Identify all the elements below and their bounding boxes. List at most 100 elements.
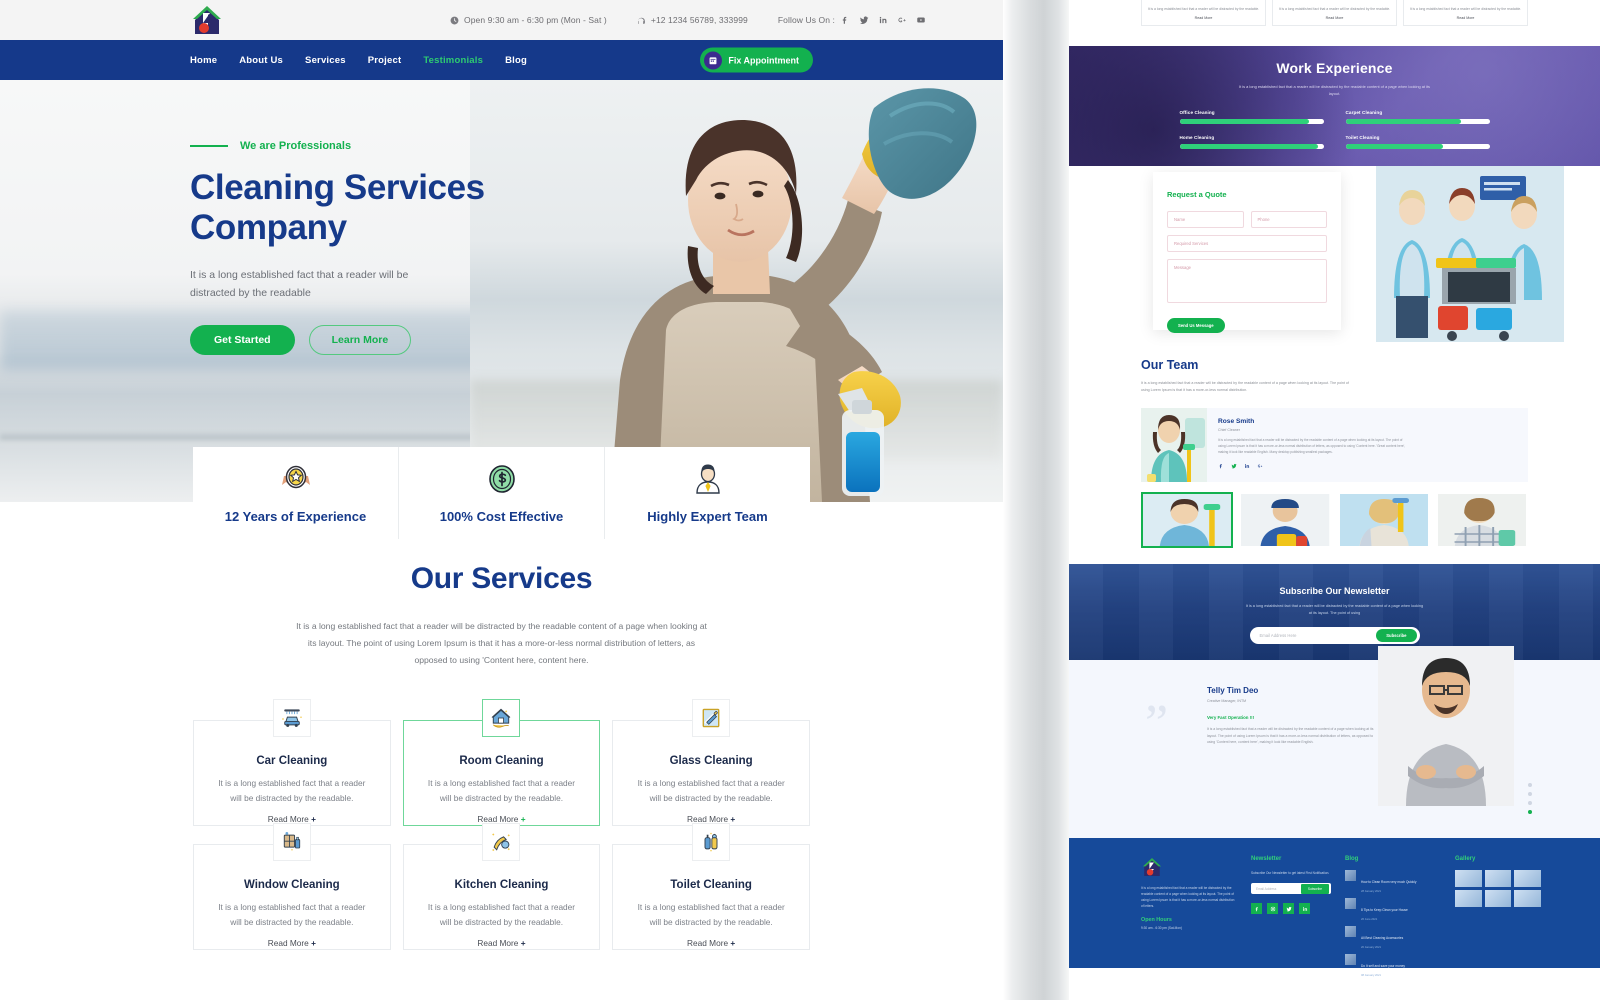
gallery-thumb[interactable] bbox=[1484, 890, 1512, 907]
footer-socials bbox=[1251, 903, 1331, 915]
testimonial-dot[interactable] bbox=[1528, 792, 1532, 796]
service-card-tail[interactable]: It is a long established fact that a rea… bbox=[1141, 0, 1266, 26]
testimonial-dot[interactable] bbox=[1528, 801, 1532, 805]
service-card-window-cleaning[interactable]: Window Cleaning It is a long established… bbox=[193, 823, 391, 951]
footer-blog-item[interactable]: 8 Tips to Keep Clean your House 26 June … bbox=[1345, 898, 1441, 921]
facebook-icon[interactable] bbox=[840, 15, 850, 25]
footer-blog-item[interactable]: Do It self and save your money 08 Januar… bbox=[1345, 954, 1441, 977]
team-thumb-male[interactable] bbox=[1239, 492, 1331, 548]
testimonial-pagination bbox=[1528, 783, 1532, 814]
gallery-thumb[interactable] bbox=[1455, 870, 1482, 887]
footer-blog-column: Blog How to Clean Room very much Quickly… bbox=[1345, 856, 1441, 982]
linkedin-icon[interactable] bbox=[878, 15, 888, 25]
footer-blog-item[interactable]: How to Clean Room very much Quickly 28 J… bbox=[1345, 870, 1441, 893]
get-started-button[interactable]: Get Started bbox=[190, 324, 295, 355]
footer-email-input[interactable]: Email Address bbox=[1256, 887, 1276, 891]
footer-newsletter-form: Email Address Subscribe bbox=[1251, 883, 1331, 895]
learn-more-button[interactable]: Learn More bbox=[308, 324, 412, 355]
hero-title-line2: Company bbox=[190, 207, 347, 247]
skill-carpet-cleaning: Carpet Cleaning bbox=[1345, 110, 1490, 124]
nav-item-blog[interactable]: Blog bbox=[505, 55, 527, 66]
skill-bars: Office Cleaning Carpet Cleaning Home Cle… bbox=[1179, 110, 1490, 149]
footer-subscribe-button[interactable]: Subscribe bbox=[1300, 883, 1329, 894]
newsletter-email-input[interactable]: Email Address Here bbox=[1260, 633, 1297, 638]
feature-card-cost[interactable]: 100% Cost Effective bbox=[399, 447, 605, 539]
linkedin-icon[interactable] bbox=[1299, 903, 1310, 915]
read-more-link[interactable]: Read More + bbox=[631, 938, 791, 948]
fix-appointment-button[interactable]: Fix Appointment bbox=[700, 47, 813, 73]
service-text: It is a long established fact that a rea… bbox=[1278, 7, 1391, 12]
footer-about-column: It is a long established fact that a rea… bbox=[1141, 856, 1237, 982]
phone-number[interactable]: +12 1234 56789, 333999 bbox=[637, 15, 748, 25]
footer-logo[interactable] bbox=[1141, 856, 1163, 878]
testimonial-dot-active[interactable] bbox=[1528, 810, 1532, 814]
nav-item-services[interactable]: Services bbox=[305, 55, 346, 66]
facebook-icon[interactable] bbox=[1251, 903, 1262, 915]
follow-us-label: Follow Us On : bbox=[777, 15, 835, 25]
quote-submit-button[interactable]: Send Us Message bbox=[1167, 318, 1225, 333]
badge-star-icon bbox=[279, 462, 313, 496]
testimonial-dot[interactable] bbox=[1528, 783, 1532, 787]
read-more-label[interactable]: Read More bbox=[1326, 16, 1344, 20]
testimonial-author-role: Creative Manager, INTM bbox=[1207, 699, 1247, 703]
service-text: It is a long established fact that a rea… bbox=[1409, 7, 1522, 12]
gallery-thumb[interactable] bbox=[1484, 870, 1512, 887]
site-logo[interactable] bbox=[190, 3, 224, 37]
service-card-kitchen-cleaning[interactable]: Kitchen Cleaning It is a long establishe… bbox=[402, 823, 601, 951]
team-thumb-blonde[interactable] bbox=[1338, 492, 1430, 548]
blog-title: How to Clean Room very much Quickly bbox=[1361, 880, 1417, 884]
service-card-glass-cleaning[interactable]: Glass Cleaning It is a long established … bbox=[612, 699, 810, 827]
blog-date: 26 June 2021 bbox=[1361, 918, 1378, 921]
team-member-name: Rose Smith bbox=[1218, 418, 1255, 425]
google-plus-icon[interactable] bbox=[897, 15, 907, 25]
instagram-icon[interactable] bbox=[1267, 903, 1278, 915]
service-card-toilet-cleaning[interactable]: Toilet Cleaning It is a long established… bbox=[612, 823, 810, 951]
twitter-icon[interactable] bbox=[1231, 463, 1237, 469]
nav-item-home[interactable]: Home bbox=[190, 55, 217, 66]
newsletter-subscribe-button[interactable]: Subscribe bbox=[1376, 629, 1417, 643]
house-hand-icon bbox=[482, 699, 521, 738]
services-section: Our Services It is a long established fa… bbox=[0, 502, 1003, 951]
feature-card-team[interactable]: Highly Expert Team bbox=[605, 447, 810, 539]
blog-thumb bbox=[1345, 954, 1356, 965]
footer-blog-item[interactable]: All Best Cleaning Accessories 20 January… bbox=[1345, 926, 1441, 949]
twitter-icon[interactable] bbox=[1283, 903, 1294, 915]
service-card-tail[interactable]: It is a long established fact that a rea… bbox=[1403, 0, 1528, 26]
nav-item-about-us[interactable]: About Us bbox=[239, 55, 283, 66]
service-text: It is a long established fact that a rea… bbox=[1147, 7, 1260, 12]
read-more-label[interactable]: Read More bbox=[1195, 16, 1213, 20]
facebook-icon[interactable] bbox=[1218, 463, 1224, 469]
read-more-link[interactable]: Read More + bbox=[422, 938, 582, 948]
nav-item-project[interactable]: Project bbox=[368, 55, 402, 66]
twitter-icon[interactable] bbox=[859, 15, 869, 25]
service-card-room-cleaning[interactable]: Room Cleaning It is a long established f… bbox=[402, 699, 601, 827]
panel-divider bbox=[1003, 0, 1069, 1000]
read-more-label: Read More bbox=[687, 938, 729, 949]
read-more-label[interactable]: Read More bbox=[1457, 16, 1475, 20]
blog-date: 08 January 2021 bbox=[1361, 974, 1382, 977]
read-more-link[interactable]: Read More + bbox=[212, 938, 372, 948]
nav-item-testimonials[interactable]: Testimonials bbox=[423, 55, 483, 66]
team-thumb-rose[interactable] bbox=[1141, 492, 1234, 548]
progress-track bbox=[1345, 118, 1490, 124]
blog-date: 28 January 2021 bbox=[1361, 890, 1382, 893]
quote-message-textarea[interactable]: Message bbox=[1167, 259, 1327, 303]
quote-service-input[interactable]: Required Services bbox=[1167, 235, 1327, 252]
service-name: Room Cleaning bbox=[459, 755, 544, 768]
gallery-thumb[interactable] bbox=[1455, 890, 1482, 907]
quote-phone-input[interactable]: Phone bbox=[1250, 211, 1327, 228]
service-text: It is a long established fact that a rea… bbox=[637, 778, 785, 803]
google-plus-icon[interactable] bbox=[1257, 463, 1263, 469]
youtube-icon[interactable] bbox=[916, 15, 926, 25]
blog-thumb bbox=[1345, 898, 1356, 909]
team-thumb-plaid[interactable] bbox=[1436, 492, 1528, 548]
service-card-car-cleaning[interactable]: Car Cleaning It is a long established fa… bbox=[193, 699, 391, 827]
feature-card-experience[interactable]: 12 Years of Experience bbox=[193, 447, 399, 539]
linkedin-icon[interactable] bbox=[1244, 463, 1250, 469]
quote-name-input[interactable]: Name bbox=[1167, 211, 1244, 228]
service-card-tail[interactable]: It is a long established fact that a rea… bbox=[1272, 0, 1397, 26]
gallery-thumb[interactable] bbox=[1514, 870, 1541, 887]
skill-label: Toilet Cleaning bbox=[1345, 134, 1380, 140]
gallery-thumb[interactable] bbox=[1514, 890, 1541, 907]
skill-office-cleaning: Office Cleaning bbox=[1179, 110, 1324, 124]
